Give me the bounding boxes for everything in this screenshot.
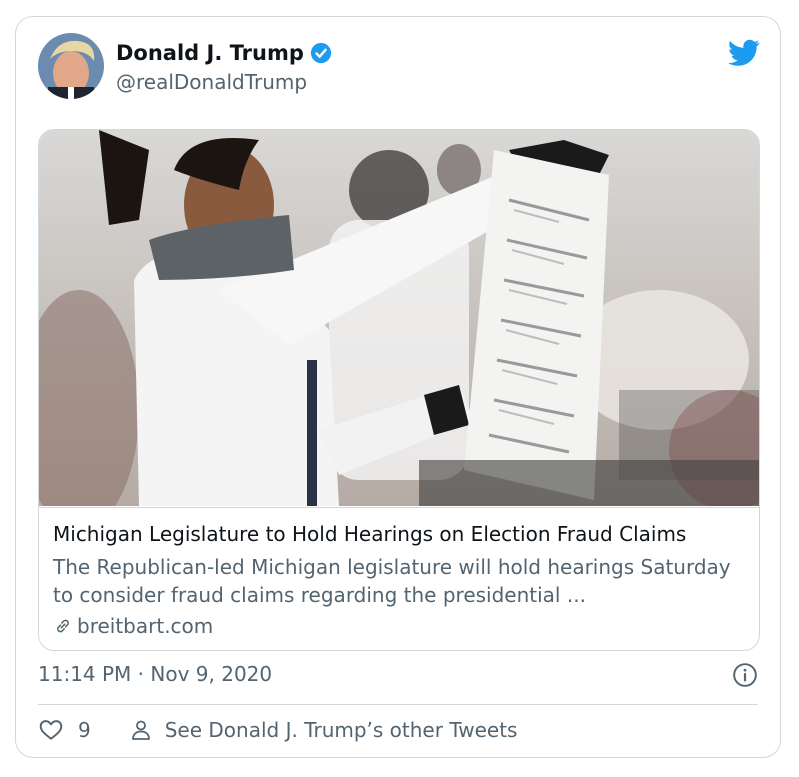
twitter-bird-icon[interactable] — [728, 39, 760, 67]
link-domain[interactable]: breitbart.com — [77, 614, 213, 638]
avatar[interactable] — [38, 33, 104, 99]
tweet-timestamp[interactable]: 11:14 PM · Nov 9, 2020 — [38, 662, 272, 686]
tweet-card: Donald J. Trump @realDonaldTrump Michiga… — [15, 16, 781, 758]
link-icon — [57, 619, 69, 633]
heart-icon — [39, 720, 63, 740]
tweet-actions: 9 See Donald J. Trump’s other Tweets — [38, 717, 517, 743]
link-title[interactable]: Michigan Legislature to Hold Hearings on… — [53, 522, 686, 546]
link-description: The Republican-led Michigan legislature … — [53, 555, 731, 607]
author-name[interactable]: Donald J. Trump — [116, 41, 304, 65]
divider — [38, 704, 758, 705]
like-button[interactable]: 9 — [38, 717, 91, 743]
author-handle[interactable]: @realDonaldTrump — [116, 70, 307, 94]
author-name-row[interactable]: Donald J. Trump — [116, 41, 332, 65]
like-count: 9 — [78, 718, 91, 742]
link-preview-card[interactable]: Michigan Legislature to Hold Hearings on… — [38, 129, 760, 651]
info-icon[interactable] — [732, 662, 758, 688]
link-domain-row[interactable]: breitbart.com — [53, 614, 213, 638]
person-icon — [131, 720, 150, 740]
ballot-photo — [39, 130, 759, 506]
verified-badge-icon — [310, 42, 331, 64]
see-other-tweets-label[interactable]: See Donald J. Trump’s other Tweets — [165, 718, 518, 742]
see-other-tweets-link[interactable]: See Donald J. Trump’s other Tweets — [129, 717, 518, 743]
link-preview-text[interactable]: Michigan Legislature to Hold Hearings on… — [39, 507, 759, 638]
